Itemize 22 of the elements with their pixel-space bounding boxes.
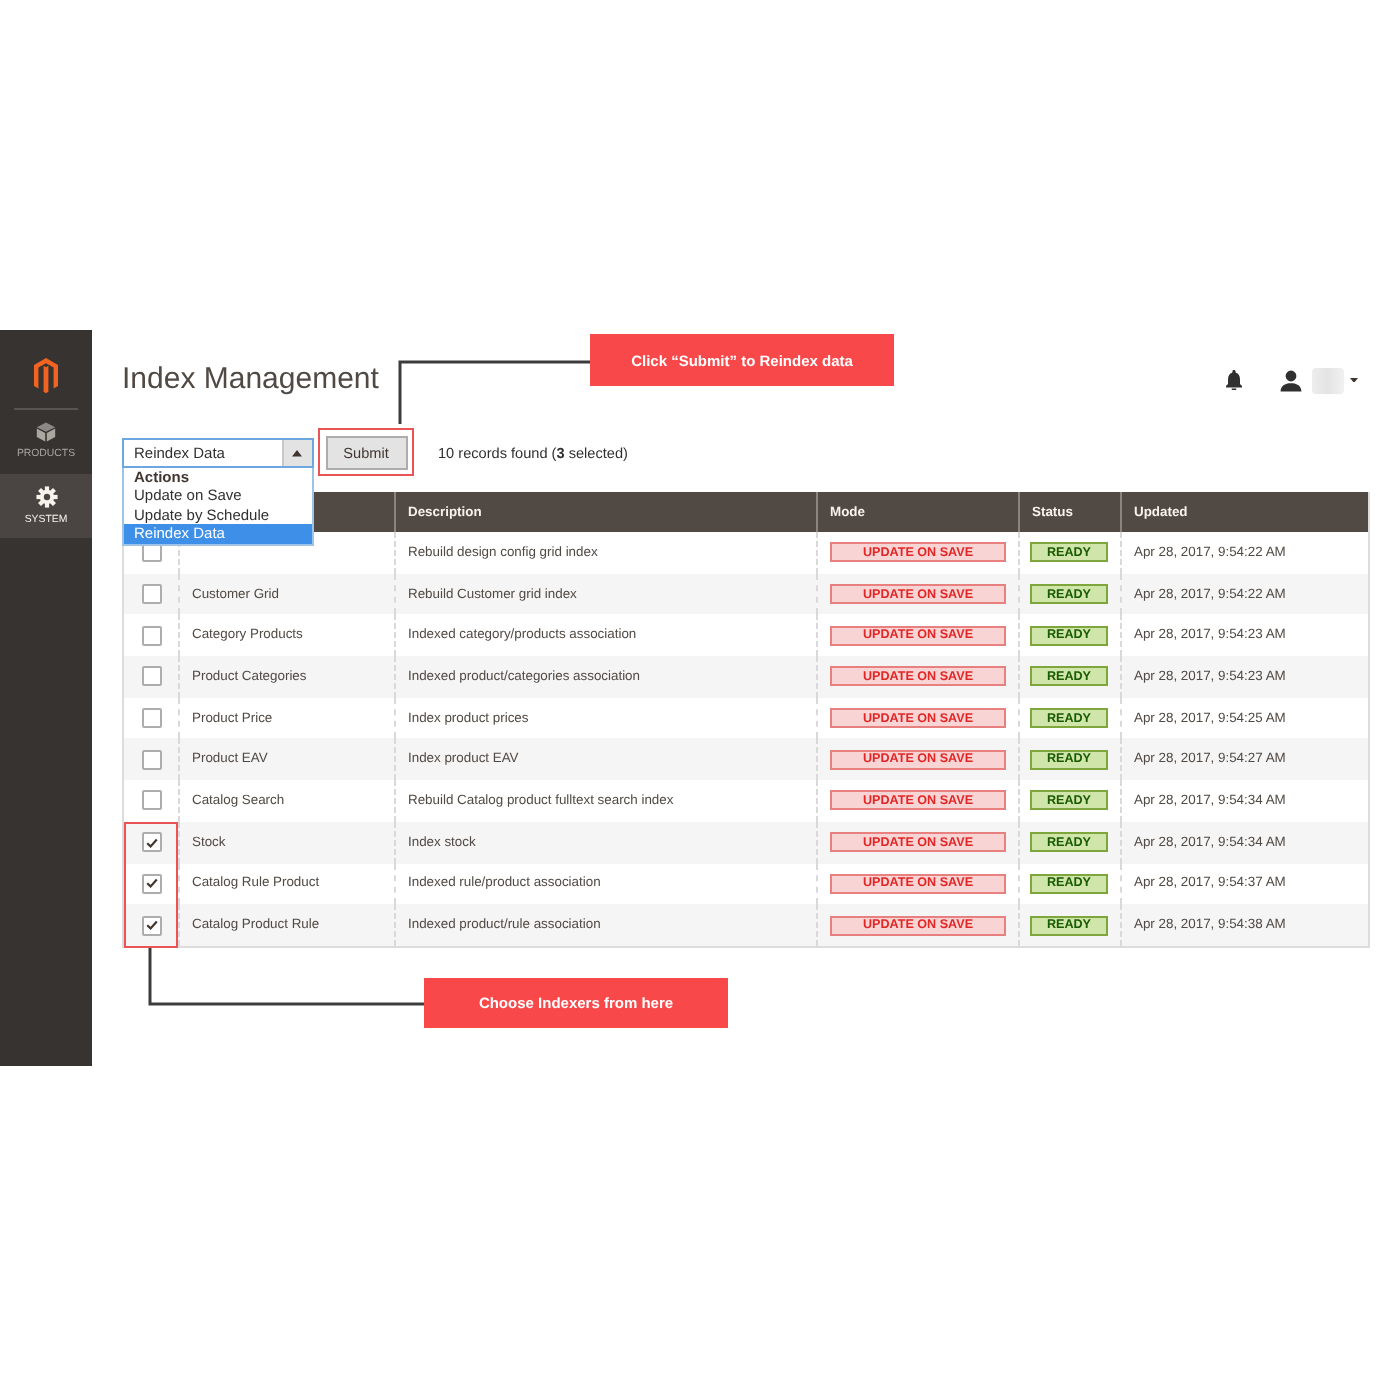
checkbox[interactable] bbox=[141, 915, 161, 936]
checkbox[interactable] bbox=[141, 708, 161, 729]
bell-icon[interactable] bbox=[1226, 369, 1242, 391]
caret-icon[interactable] bbox=[282, 439, 312, 465]
checkbox[interactable] bbox=[141, 625, 161, 646]
checkbox[interactable] bbox=[141, 666, 161, 687]
check-icon bbox=[145, 878, 157, 889]
checkbox[interactable] bbox=[141, 873, 161, 894]
gear-icon bbox=[35, 486, 57, 508]
caret-icon[interactable] bbox=[1350, 377, 1358, 383]
user-icon[interactable] bbox=[1280, 369, 1302, 391]
highlight-frame bbox=[124, 821, 178, 948]
cube-icon bbox=[36, 422, 56, 442]
logo-icon[interactable] bbox=[34, 358, 58, 394]
blurred-name-block bbox=[1312, 367, 1344, 393]
checkbox[interactable] bbox=[141, 790, 161, 811]
checkbox[interactable] bbox=[141, 832, 161, 853]
check-icon bbox=[145, 920, 157, 931]
checkbox[interactable] bbox=[141, 749, 161, 770]
checkbox[interactable] bbox=[141, 584, 161, 605]
check-icon bbox=[145, 837, 157, 848]
page-title: Index Management bbox=[122, 360, 379, 400]
